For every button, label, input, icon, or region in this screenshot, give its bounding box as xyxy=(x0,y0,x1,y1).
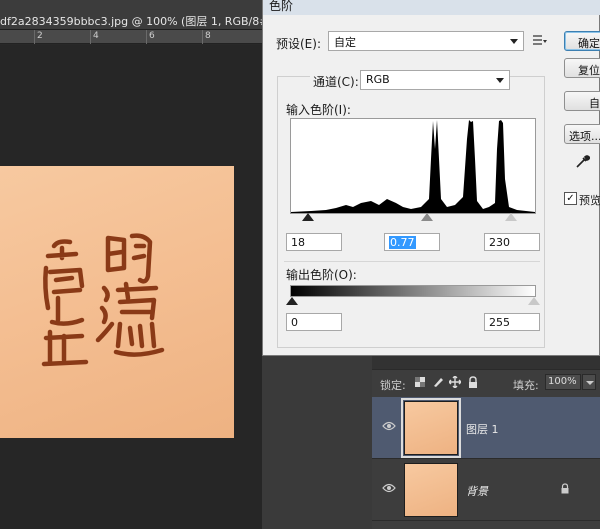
layer-row[interactable]: 图层 1 xyxy=(372,397,600,459)
lock-all-icon[interactable] xyxy=(467,376,479,388)
channel-value: RGB xyxy=(366,73,390,86)
channel-select[interactable]: RGB xyxy=(360,70,510,90)
visibility-eye-icon[interactable] xyxy=(382,421,396,431)
lock-label: 锁定: xyxy=(380,379,406,392)
document-tab-title: df2a2834359bbbc3.jpg @ 100% (图层 1, RGB/8… xyxy=(0,15,282,28)
input-white-field[interactable]: 230 xyxy=(484,233,540,251)
fill-dropdown-button[interactable] xyxy=(582,374,596,390)
ruler-mark: 2 xyxy=(37,31,43,41)
layer-name[interactable]: 图层 1 xyxy=(466,421,499,437)
seal-artwork xyxy=(41,233,165,367)
chevron-down-icon xyxy=(510,39,518,44)
output-black-field[interactable]: 0 xyxy=(286,313,342,331)
layer-thumbnail[interactable] xyxy=(404,463,458,517)
input-gamma-value: 0.77 xyxy=(389,236,416,249)
preview-label: 预览(P) xyxy=(579,194,600,207)
preset-options-menu-icon[interactable] xyxy=(533,34,547,46)
ruler-mark: 4 xyxy=(93,31,99,41)
photoshop-window: df2a2834359bbbc3.jpg @ 100% (图层 1, RGB/8… xyxy=(0,0,600,529)
layer-row[interactable]: 背景 xyxy=(372,459,600,521)
ok-button[interactable]: 确定 xyxy=(564,31,600,51)
histogram-graph xyxy=(291,120,535,213)
lock-image-pixels-icon[interactable] xyxy=(432,376,444,388)
output-gradient xyxy=(290,285,536,297)
fill-label: 填充: xyxy=(513,379,539,392)
separator xyxy=(284,261,540,262)
channel-label: 通道(C): xyxy=(310,73,362,90)
input-white-slider[interactable] xyxy=(505,213,517,221)
eyedropper-icon[interactable] xyxy=(574,154,590,170)
reset-button[interactable]: 复位 xyxy=(564,58,600,78)
options-button[interactable]: 选项... xyxy=(564,124,600,144)
chevron-down-icon xyxy=(496,78,504,83)
input-black-field[interactable]: 18 xyxy=(286,233,342,251)
layers-panel-options-row[interactable] xyxy=(372,356,600,370)
output-levels-label: 输出色阶(O): xyxy=(286,268,357,282)
lock-position-icon[interactable] xyxy=(449,376,461,388)
preset-select[interactable]: 自定 xyxy=(328,31,524,51)
preset-value: 自定 xyxy=(334,36,356,49)
lock-transparent-pixels-icon[interactable] xyxy=(414,376,426,388)
document-tab[interactable]: df2a2834359bbbc3.jpg @ 100% (图层 1, RGB/8… xyxy=(0,0,282,30)
ruler-mark: 8 xyxy=(205,31,211,41)
preset-label: 预设(E): xyxy=(276,37,321,51)
visibility-eye-icon[interactable] xyxy=(382,483,396,493)
output-white-field[interactable]: 255 xyxy=(484,313,540,331)
ruler-mark: 6 xyxy=(149,31,155,41)
preview-checkbox[interactable]: ✓ xyxy=(564,192,577,205)
input-black-slider[interactable] xyxy=(302,213,314,221)
input-levels-label: 输入色阶(I): xyxy=(286,103,351,117)
input-gamma-slider[interactable] xyxy=(421,213,433,221)
horizontal-ruler: 2 4 6 8 xyxy=(0,30,262,44)
input-gamma-field[interactable]: 0.77 xyxy=(384,233,440,251)
layer-name[interactable]: 背景 xyxy=(466,483,488,499)
layer-thumbnail[interactable] xyxy=(401,398,461,458)
auto-button[interactable]: 自动 xyxy=(564,91,600,111)
layer-lock-icon xyxy=(561,483,569,494)
output-white-slider[interactable] xyxy=(528,297,540,305)
fill-input[interactable]: 100% xyxy=(545,374,581,390)
dialog-titlebar[interactable]: 色阶 xyxy=(263,0,600,15)
histogram xyxy=(290,118,536,214)
output-black-slider[interactable] xyxy=(286,297,298,305)
dialog-title: 色阶 xyxy=(269,0,294,13)
